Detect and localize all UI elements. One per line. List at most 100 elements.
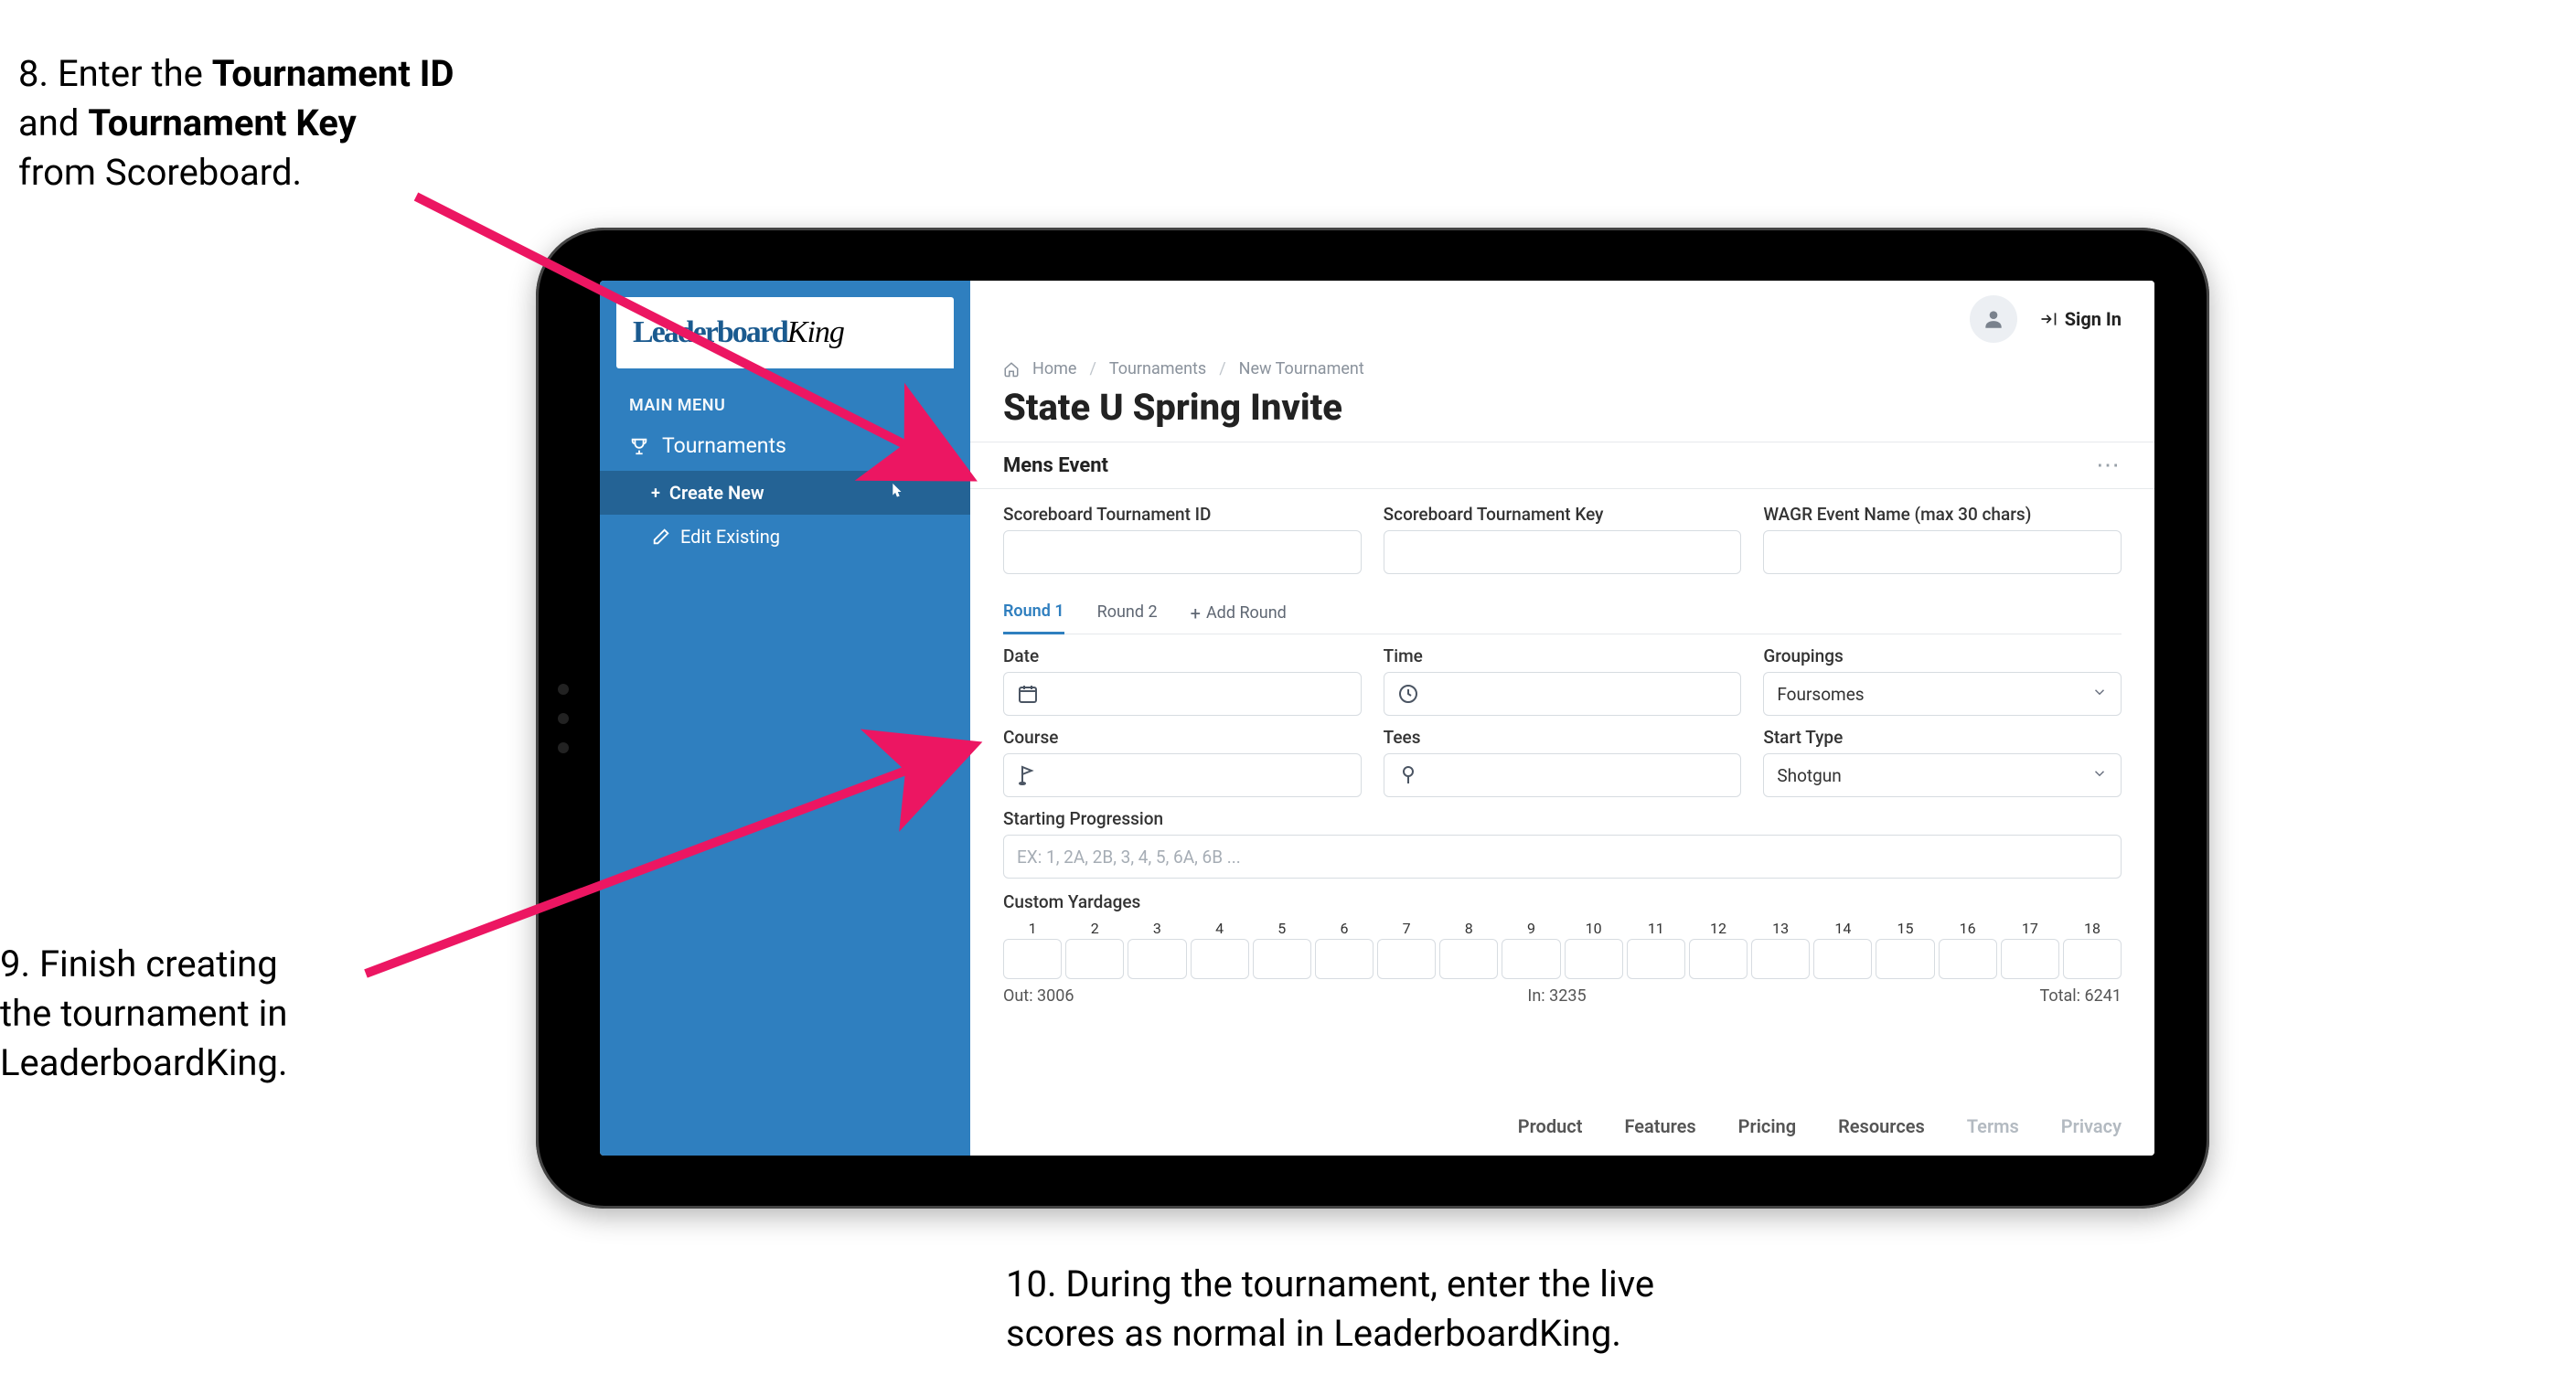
yardage-input[interactable]	[1565, 939, 1623, 979]
start-type-value: Shotgun	[1777, 765, 1841, 786]
yardage-input[interactable]	[1751, 939, 1810, 979]
groupings-select[interactable]: Foursomes	[1763, 672, 2122, 716]
sidebar-subitem-create-new[interactable]: + Create New	[600, 471, 970, 515]
yardage-totals: Out: 3006 In: 3235 Total: 6241	[1003, 986, 2122, 1006]
yardage-input[interactable]	[1191, 939, 1249, 979]
start-type-select[interactable]: Shotgun	[1763, 753, 2122, 797]
avatar[interactable]	[1970, 295, 2017, 343]
wagr-label: WAGR Event Name (max 30 chars)	[1763, 504, 2122, 525]
breadcrumb: Home / Tournaments / New Tournament	[970, 348, 2154, 378]
hole-number: 7	[1403, 920, 1411, 937]
add-round-button[interactable]: + Add Round	[1191, 603, 1287, 623]
tab-round-1[interactable]: Round 1	[1003, 592, 1064, 634]
breadcrumb-tournaments[interactable]: Tournaments	[1109, 359, 1206, 378]
cursor-pointer-icon	[886, 482, 906, 502]
footer-product[interactable]: Product	[1518, 1115, 1583, 1137]
hole-number: 4	[1215, 920, 1224, 937]
hole-number: 15	[1897, 920, 1914, 937]
yardage-input[interactable]	[1003, 939, 1062, 979]
wagr-input[interactable]	[1763, 530, 2122, 574]
yardage-hole: 14	[1813, 920, 1872, 979]
breadcrumb-new-tournament: New Tournament	[1239, 359, 1364, 378]
sidebar: LeaderboardKing MAIN MENU Tournaments + …	[600, 281, 970, 1156]
scoreboard-id-label: Scoreboard Tournament ID	[1003, 504, 1362, 525]
yardage-hole: 17	[2001, 920, 2059, 979]
section-menu-button[interactable]: ⋯	[2096, 452, 2122, 479]
yardage-input[interactable]	[1065, 939, 1124, 979]
yardage-hole: 6	[1315, 920, 1374, 979]
hole-number: 5	[1277, 920, 1286, 937]
sidebar-section-label: MAIN MENU	[600, 385, 970, 421]
custom-yardages-label: Custom Yardages	[1003, 891, 2122, 912]
start-type-label: Start Type	[1763, 727, 2122, 748]
yardage-hole: 9	[1502, 920, 1560, 979]
yardage-input[interactable]	[1876, 939, 1934, 979]
yardage-input[interactable]	[1377, 939, 1436, 979]
plus-icon: +	[651, 484, 660, 503]
yardage-input[interactable]	[1253, 939, 1311, 979]
date-input[interactable]	[1003, 672, 1362, 716]
footer-pricing[interactable]: Pricing	[1738, 1115, 1796, 1137]
sign-in-link[interactable]: Sign In	[2039, 308, 2122, 330]
groupings-value: Foursomes	[1777, 684, 1864, 705]
scoreboard-key-input[interactable]	[1384, 530, 1742, 574]
sidebar-item-tournaments[interactable]: Tournaments	[600, 421, 970, 471]
time-input[interactable]	[1384, 672, 1742, 716]
scoreboard-key-label: Scoreboard Tournament Key	[1384, 504, 1742, 525]
sidebar-item-label: Tournaments	[662, 433, 786, 458]
course-input[interactable]	[1003, 753, 1362, 797]
yardage-hole: 16	[1939, 920, 1997, 979]
breadcrumb-sep: /	[1219, 359, 1225, 378]
tab-round-2[interactable]: Round 2	[1097, 593, 1158, 633]
yardage-row: 123456789101112131415161718	[1003, 920, 2122, 979]
yardage-input[interactable]	[1939, 939, 1997, 979]
yardage-input[interactable]	[1627, 939, 1685, 979]
tablet-screen: LeaderboardKing MAIN MENU Tournaments + …	[600, 281, 2154, 1156]
tablet-side-knobs	[558, 684, 569, 753]
hole-number: 2	[1091, 920, 1099, 937]
hole-number: 9	[1527, 920, 1535, 937]
yardage-hole: 5	[1253, 920, 1311, 979]
breadcrumb-home[interactable]: Home	[1032, 359, 1076, 378]
yardage-input[interactable]	[1315, 939, 1374, 979]
yardage-input[interactable]	[1813, 939, 1872, 979]
yardage-input[interactable]	[1502, 939, 1560, 979]
yardage-input[interactable]	[2063, 939, 2122, 979]
yardage-input[interactable]	[1439, 939, 1498, 979]
annotation-step-10: 10. During the tournament, enter the liv…	[1006, 1260, 1654, 1358]
footer-features[interactable]: Features	[1624, 1115, 1695, 1137]
yardage-hole: 8	[1439, 920, 1498, 979]
section-title: Mens Event	[1003, 454, 1108, 477]
footer-terms[interactable]: Terms	[1967, 1115, 2019, 1137]
form-area: Scoreboard Tournament ID Scoreboard Tour…	[970, 489, 2154, 1006]
hole-number: 17	[2022, 920, 2038, 937]
yardage-input[interactable]	[2001, 939, 2059, 979]
starting-progression-input[interactable]: EX: 1, 2A, 2B, 3, 4, 5, 6A, 6B ...	[1003, 835, 2122, 879]
scoreboard-id-input[interactable]	[1003, 530, 1362, 574]
edit-icon	[651, 527, 671, 547]
yardage-input[interactable]	[1689, 939, 1748, 979]
yardage-input[interactable]	[1128, 939, 1186, 979]
sidebar-subitem-label: Create New	[669, 482, 764, 504]
annotation-step-8: 8. Enter the Tournament ID and Tournamen…	[18, 49, 454, 197]
yardage-hole: 4	[1191, 920, 1249, 979]
yardage-hole: 2	[1065, 920, 1124, 979]
clock-icon	[1397, 683, 1419, 705]
tees-input[interactable]	[1384, 753, 1742, 797]
course-label: Course	[1003, 727, 1362, 748]
groupings-label: Groupings	[1763, 645, 2122, 666]
yardage-hole: 15	[1876, 920, 1934, 979]
home-icon	[1003, 361, 1020, 378]
pin-icon	[1397, 764, 1419, 786]
yardage-hole: 12	[1689, 920, 1748, 979]
footer-resources[interactable]: Resources	[1838, 1115, 1925, 1137]
hole-number: 12	[1710, 920, 1726, 937]
hole-number: 16	[1960, 920, 1976, 937]
footer-privacy[interactable]: Privacy	[2061, 1115, 2122, 1137]
sign-in-icon	[2039, 310, 2058, 328]
sidebar-subitem-edit-existing[interactable]: Edit Existing	[600, 515, 970, 559]
sign-in-label: Sign In	[2065, 308, 2122, 330]
yardage-hole: 3	[1128, 920, 1186, 979]
section-header: Mens Event ⋯	[970, 442, 2154, 489]
yardage-hole: 13	[1751, 920, 1810, 979]
